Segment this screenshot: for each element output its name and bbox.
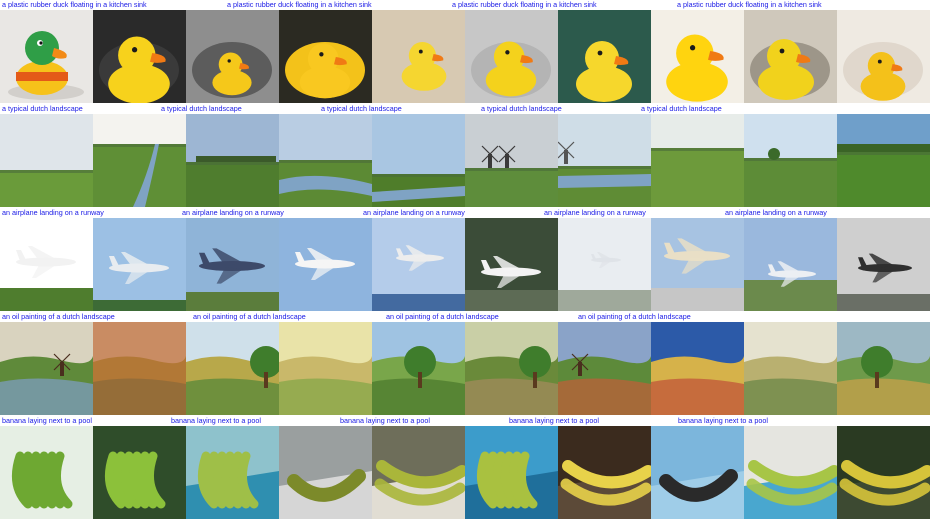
generated-image-airplane (837, 218, 930, 311)
grid-row-painting: an oil painting of a dutch landscape an … (0, 312, 933, 416)
row-caption: a plastic rubber duck floating in a kitc… (452, 0, 597, 9)
generated-image-banana (93, 426, 186, 519)
generated-image-landscape (0, 114, 93, 207)
generated-image-airplane (651, 218, 744, 311)
row-caption: an airplane landing on a runway (363, 208, 465, 217)
row-caption: a plastic rubber duck floating in a kitc… (677, 0, 822, 9)
row-caption: an airplane landing on a runway (2, 208, 104, 217)
generated-image-painting (651, 322, 744, 415)
row-caption: a plastic rubber duck floating in a kitc… (227, 0, 372, 9)
image-strip (0, 10, 933, 103)
image-grid: a plastic rubber duck floating in a kitc… (0, 0, 933, 522)
row-caption: an oil painting of a dutch landscape (578, 312, 691, 321)
row-caption: a typical dutch landscape (481, 104, 562, 113)
row-caption: a typical dutch landscape (2, 104, 83, 113)
row-caption: banana laying next to a pool (678, 416, 768, 425)
generated-image-banana (465, 426, 558, 519)
generated-image-painting (279, 322, 372, 415)
generated-image-airplane (465, 218, 558, 311)
grid-row-airplane: an airplane landing on a runway an airpl… (0, 208, 933, 312)
generated-image-airplane (0, 218, 93, 311)
row-caption: a typical dutch landscape (161, 104, 242, 113)
generated-image-airplane (744, 218, 837, 311)
generated-image-banana (186, 426, 279, 519)
generated-image-painting (837, 322, 930, 415)
caption-strip: banana laying next to a pool banana layi… (0, 416, 933, 426)
row-caption: an airplane landing on a runway (544, 208, 646, 217)
generated-image-landscape (186, 114, 279, 207)
generated-image-airplane (558, 218, 651, 311)
row-caption: an oil painting of a dutch landscape (193, 312, 306, 321)
caption-strip: a plastic rubber duck floating in a kitc… (0, 0, 933, 10)
generated-image-airplane (372, 218, 465, 311)
generated-image-landscape (744, 114, 837, 207)
generated-image-painting (744, 322, 837, 415)
generated-image-banana (279, 426, 372, 519)
generated-image-landscape (93, 114, 186, 207)
generated-image-duck (837, 10, 930, 103)
row-caption: banana laying next to a pool (2, 416, 92, 425)
generated-image-duck (0, 10, 93, 103)
generated-image-landscape (558, 114, 651, 207)
generated-image-landscape (372, 114, 465, 207)
generated-image-banana (837, 426, 930, 519)
grid-row-banana: banana laying next to a pool banana layi… (0, 416, 933, 520)
generated-image-duck (465, 10, 558, 103)
generated-image-banana (558, 426, 651, 519)
generated-image-landscape (465, 114, 558, 207)
grid-row-landscape: a typical dutch landscape a typical dutc… (0, 104, 933, 208)
row-caption: an airplane landing on a runway (725, 208, 827, 217)
image-strip (0, 218, 933, 311)
generated-image-landscape (651, 114, 744, 207)
generated-image-duck (651, 10, 744, 103)
generated-image-duck (186, 10, 279, 103)
generated-image-duck (558, 10, 651, 103)
generated-image-landscape (279, 114, 372, 207)
row-caption: a typical dutch landscape (641, 104, 722, 113)
generated-image-landscape (837, 114, 930, 207)
generated-image-painting (93, 322, 186, 415)
generated-image-banana (0, 426, 93, 519)
generated-image-painting (372, 322, 465, 415)
caption-strip: a typical dutch landscape a typical dutc… (0, 104, 933, 114)
generated-image-duck (93, 10, 186, 103)
generated-image-painting (186, 322, 279, 415)
image-strip (0, 322, 933, 415)
generated-image-banana (651, 426, 744, 519)
generated-image-banana (744, 426, 837, 519)
generated-image-duck (279, 10, 372, 103)
image-strip (0, 114, 933, 207)
row-caption: an airplane landing on a runway (182, 208, 284, 217)
row-caption: an oil painting of a dutch landscape (386, 312, 499, 321)
generated-image-painting (465, 322, 558, 415)
row-caption: a plastic rubber duck floating in a kitc… (2, 0, 147, 9)
row-caption: a typical dutch landscape (321, 104, 402, 113)
row-caption: an oil painting of a dutch landscape (2, 312, 115, 321)
generated-image-airplane (279, 218, 372, 311)
generated-image-painting (0, 322, 93, 415)
caption-strip: an oil painting of a dutch landscape an … (0, 312, 933, 322)
row-caption: banana laying next to a pool (171, 416, 261, 425)
caption-strip: an airplane landing on a runway an airpl… (0, 208, 933, 218)
row-caption: banana laying next to a pool (340, 416, 430, 425)
generated-image-duck (372, 10, 465, 103)
grid-row-duck: a plastic rubber duck floating in a kitc… (0, 0, 933, 104)
generated-image-airplane (93, 218, 186, 311)
generated-image-banana (372, 426, 465, 519)
generated-image-painting (558, 322, 651, 415)
image-strip (0, 426, 933, 519)
generated-image-duck (744, 10, 837, 103)
row-caption: banana laying next to a pool (509, 416, 599, 425)
generated-image-airplane (186, 218, 279, 311)
